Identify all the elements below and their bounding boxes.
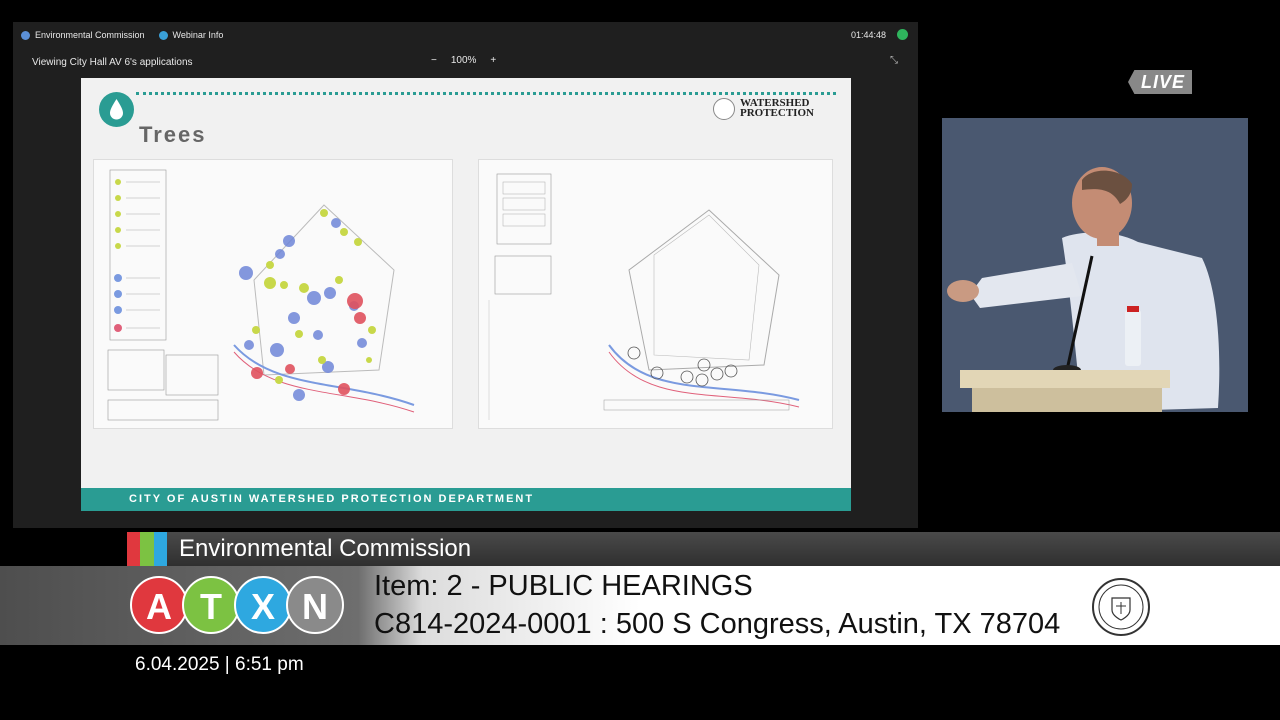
case-address: C814-2024-0001 : 500 S Congress, Austin,…	[374, 608, 1061, 640]
atxn-letter-t: T	[182, 576, 240, 634]
tree-plan-existing	[93, 159, 453, 429]
teams-title-bar: Environmental Commission Webinar Info 01…	[13, 22, 918, 48]
zoom-out-button[interactable]: −	[431, 55, 437, 66]
teams-window: Environmental Commission Webinar Info 01…	[13, 22, 918, 528]
dotted-divider	[136, 92, 836, 95]
presentation-slide: Trees WATERSHED PROTECTION CITY OF AUSTI…	[81, 78, 851, 511]
zoom-level: 100%	[450, 55, 477, 66]
share-view-bar: Viewing City Hall AV 6's applications − …	[13, 54, 918, 72]
tree-plan-proposed	[478, 159, 833, 429]
water-drop-icon	[99, 92, 134, 127]
shield-icon	[158, 30, 168, 40]
webinar-info-tab[interactable]: Webinar Info	[158, 30, 224, 40]
slide-title: Trees	[139, 122, 207, 147]
live-badge: LIVE	[1128, 70, 1192, 94]
agenda-item: Item: 2 - PUBLIC HEARINGS	[374, 570, 753, 602]
city-of-austin-seal-icon	[1092, 578, 1150, 636]
atxn-letter-n: N	[286, 576, 344, 634]
watershed-protection-logo: WATERSHED PROTECTION	[740, 98, 814, 119]
meeting-title: Environmental Commission	[35, 30, 145, 40]
broadcast-datetime: 6.04.2025 | 6:51 pm	[135, 654, 304, 675]
meeting-timer: 01:44:48	[850, 30, 886, 40]
agenda-bar: A T X N Item: 2 - PUBLIC HEARINGS C814-2…	[0, 566, 1280, 645]
atxn-logo: A T X N	[130, 576, 344, 634]
webinar-info-label: Webinar Info	[172, 30, 224, 40]
meeting-title-tab[interactable]: Environmental Commission	[21, 30, 145, 40]
zoom-in-button[interactable]: +	[490, 55, 496, 66]
expand-icon[interactable]: ⤡	[890, 55, 898, 66]
commission-bar: Environmental Commission	[127, 532, 1280, 566]
teams-icon	[21, 30, 30, 40]
broadcast-frame: Environmental Commission Webinar Info 01…	[0, 0, 1280, 720]
slide-footer: CITY OF AUSTIN WATERSHED PROTECTION DEPA…	[81, 488, 851, 511]
speaker-camera-feed	[942, 118, 1248, 412]
atxn-letter-a: A	[130, 576, 188, 634]
recording-indicator-icon	[897, 29, 908, 40]
atxn-letter-x: X	[234, 576, 292, 634]
commission-name: Environmental Commission	[179, 535, 472, 562]
viewing-label: Viewing City Hall AV 6's applications	[32, 57, 193, 68]
city-seal-icon	[713, 98, 735, 120]
color-stripes	[127, 532, 167, 566]
logo-line-2: PROTECTION	[740, 107, 814, 119]
zoom-controls: − 100% +	[431, 55, 496, 66]
